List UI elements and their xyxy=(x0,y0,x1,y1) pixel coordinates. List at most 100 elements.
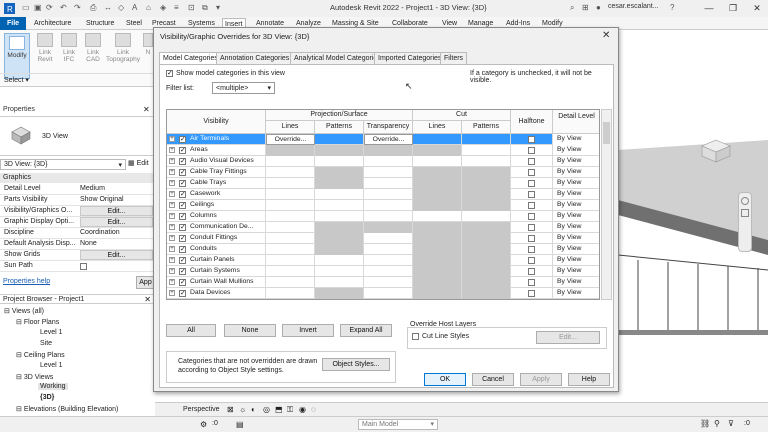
expand-icon[interactable]: + xyxy=(169,213,175,219)
main-model-select[interactable]: Main Model ▾ xyxy=(358,419,438,430)
override-cell[interactable] xyxy=(266,167,315,178)
expand-icon[interactable]: + xyxy=(169,246,175,252)
category-name-cell[interactable]: + Ceilings xyxy=(167,200,266,211)
halftone-cell[interactable] xyxy=(511,145,553,156)
zoom-icon[interactable] xyxy=(741,209,749,217)
override-cell[interactable] xyxy=(413,244,462,255)
halftone-cell[interactable] xyxy=(511,288,553,299)
expand-icon[interactable]: + xyxy=(169,290,175,296)
cancel-button[interactable]: Cancel xyxy=(472,373,514,386)
override-cell[interactable] xyxy=(462,288,511,299)
show-categories-checkbox[interactable] xyxy=(166,70,173,77)
design-options-icon[interactable]: ▤ xyxy=(236,420,244,429)
object-styles-button[interactable]: Object Styles... xyxy=(322,358,390,371)
override-cell[interactable] xyxy=(462,222,511,233)
override-cell[interactable] xyxy=(462,211,511,222)
category-row[interactable]: + Columns By View xyxy=(167,211,599,222)
override-cell[interactable] xyxy=(315,222,364,233)
sun-path-icon[interactable]: ☼ xyxy=(239,405,246,414)
override-cell[interactable] xyxy=(315,233,364,244)
halftone-cell[interactable] xyxy=(511,178,553,189)
override-cell[interactable] xyxy=(462,200,511,211)
override-cell[interactable] xyxy=(364,233,413,244)
halftone-checkbox[interactable] xyxy=(528,213,535,220)
vg-edit-button[interactable]: Edit... xyxy=(80,206,153,216)
override-cell[interactable] xyxy=(364,277,413,288)
switch-windows-icon[interactable]: ⧉ xyxy=(202,3,208,13)
tag-icon[interactable]: ◇ xyxy=(118,3,124,12)
category-row[interactable]: + Areas By View xyxy=(167,145,599,156)
redo-icon[interactable]: ↷ xyxy=(74,3,81,12)
override-button[interactable]: Override... xyxy=(373,136,405,143)
expand-icon[interactable]: + xyxy=(169,202,175,208)
prop-value[interactable]: Coordination xyxy=(80,229,120,236)
measure-icon[interactable]: ↔ xyxy=(104,3,112,12)
override-cell[interactable] xyxy=(266,156,315,167)
3d-view-icon[interactable]: ⌂ xyxy=(146,3,151,12)
category-visibility-checkbox[interactable] xyxy=(179,290,186,297)
override-cell[interactable] xyxy=(315,244,364,255)
category-row[interactable]: + Audio Visual Devices By View xyxy=(167,156,599,167)
detail-level-cell[interactable]: By View xyxy=(553,178,599,189)
override-cell[interactable] xyxy=(364,145,413,156)
halftone-cell[interactable] xyxy=(511,156,553,167)
halftone-checkbox[interactable] xyxy=(528,158,535,165)
category-row[interactable]: + Curtain Wall Mullions By View xyxy=(167,277,599,288)
expand-icon[interactable]: + xyxy=(169,191,175,197)
tree-item-ceiling-plans[interactable]: ⊟ Ceiling Plans xyxy=(16,351,65,359)
category-name-cell[interactable]: + Air Terminals xyxy=(167,134,266,145)
override-cell[interactable] xyxy=(462,167,511,178)
override-cell[interactable] xyxy=(462,145,511,156)
save-icon[interactable]: ▣ xyxy=(34,3,42,12)
tab-file[interactable]: File xyxy=(0,17,26,30)
halftone-cell[interactable] xyxy=(511,167,553,178)
category-visibility-checkbox[interactable] xyxy=(179,224,186,231)
expand-icon[interactable]: + xyxy=(169,158,175,164)
halftone-checkbox[interactable] xyxy=(528,202,535,209)
override-button[interactable]: Override... xyxy=(275,136,307,143)
detail-level-cell[interactable]: By View xyxy=(553,145,599,156)
override-cell[interactable] xyxy=(413,200,462,211)
halftone-cell[interactable] xyxy=(511,266,553,277)
halftone-cell[interactable] xyxy=(511,211,553,222)
category-row[interactable]: + Casework By View xyxy=(167,189,599,200)
link-topography-button[interactable]: Link Topography xyxy=(106,33,140,63)
override-cell[interactable] xyxy=(315,288,364,299)
category-row[interactable]: + Ceilings By View xyxy=(167,200,599,211)
category-row[interactable]: + Communication De... By View xyxy=(167,222,599,233)
show-grids-edit-button[interactable]: Edit... xyxy=(80,250,153,260)
halftone-cell[interactable] xyxy=(511,255,553,266)
cut-line-edit-button[interactable]: Edit... xyxy=(536,331,600,344)
override-cell[interactable] xyxy=(462,189,511,200)
prop-row-sun-path[interactable]: Sun Path xyxy=(0,261,155,272)
category-name-cell[interactable]: + Curtain Panels xyxy=(167,255,266,266)
halftone-checkbox[interactable] xyxy=(528,279,535,286)
halftone-checkbox[interactable] xyxy=(528,224,535,231)
override-cell[interactable] xyxy=(413,178,462,189)
prop-value[interactable]: Medium xyxy=(80,185,105,192)
override-cell[interactable] xyxy=(266,288,315,299)
close-icon[interactable]: ✕ xyxy=(143,105,150,114)
override-cell[interactable] xyxy=(364,156,413,167)
detail-level-cell[interactable]: By View xyxy=(553,156,599,167)
override-cell[interactable] xyxy=(462,244,511,255)
edit-type-button[interactable]: ▦ Edit xyxy=(128,159,155,170)
override-cell[interactable] xyxy=(462,178,511,189)
override-cell[interactable] xyxy=(413,167,462,178)
tree-item-floor-plans[interactable]: ⊟ Floor Plans xyxy=(16,318,59,326)
graphics-section[interactable]: Graphics xyxy=(0,173,155,183)
category-row[interactable]: + Conduit Fittings By View xyxy=(167,233,599,244)
halftone-checkbox[interactable] xyxy=(528,147,535,154)
override-cell[interactable] xyxy=(315,200,364,211)
override-cell[interactable] xyxy=(266,277,315,288)
expand-icon[interactable]: + xyxy=(169,224,175,230)
tab-architecture[interactable]: Architecture xyxy=(32,18,73,30)
user-icon[interactable]: ● xyxy=(596,3,601,12)
category-visibility-checkbox[interactable] xyxy=(179,213,186,220)
prop-row-parts-visibility[interactable]: Parts Visibility Show Original xyxy=(0,195,155,206)
halftone-checkbox[interactable] xyxy=(528,257,535,264)
cart-icon[interactable]: ⊞ xyxy=(582,3,589,12)
expand-icon[interactable]: + xyxy=(169,136,175,142)
category-visibility-checkbox[interactable] xyxy=(179,257,186,264)
filter-icon[interactable]: ⊽ xyxy=(728,419,734,428)
